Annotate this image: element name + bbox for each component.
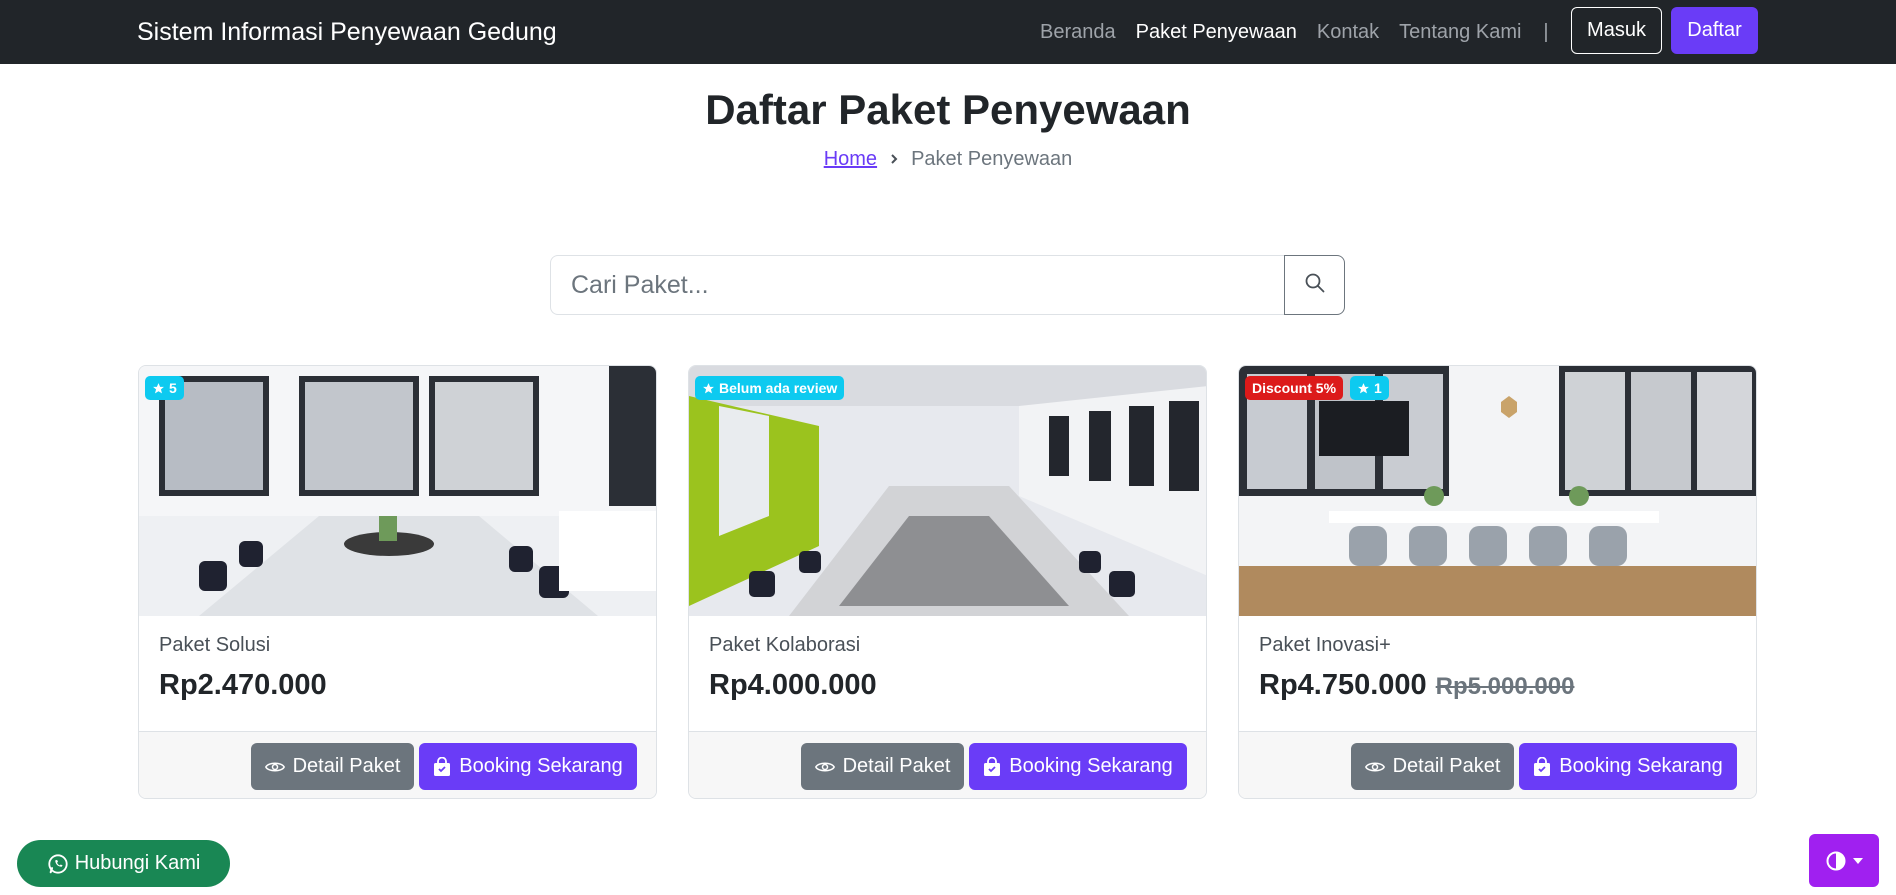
search-bar	[550, 255, 1345, 315]
badges: 5	[145, 376, 191, 400]
package-card-inovasi-plus: Discount 5% 1 Paket Inovasi+ Rp4.750.000…	[1238, 365, 1757, 799]
nav-link-beranda[interactable]: Beranda	[1040, 21, 1116, 44]
badges: Discount 5% 1	[1245, 376, 1396, 400]
rating-badge: 1	[1350, 376, 1389, 400]
package-photo[interactable]: 5	[139, 366, 656, 616]
detail-button-label: Detail Paket	[842, 755, 951, 777]
discount-text: Discount 5%	[1252, 380, 1337, 396]
eye-icon	[264, 762, 285, 771]
nav-link-tentang-kami[interactable]: Tentang Kami	[1399, 21, 1521, 44]
brand-title[interactable]: Sistem Informasi Penyewaan Gedung	[137, 0, 557, 64]
rating-badge: Belum ada review	[695, 376, 845, 400]
card-footer: Detail Paket Booking Sekarang	[689, 731, 1206, 798]
star-icon	[703, 382, 714, 393]
nav-link-paket-penyewaan[interactable]: Paket Penyewaan	[1136, 21, 1297, 44]
price-row: Rp4.750.000 Rp5.000.000	[1259, 669, 1574, 702]
nav-link-kontak[interactable]: Kontak	[1317, 21, 1379, 44]
search-input[interactable]	[550, 255, 1284, 315]
star-icon	[153, 382, 164, 393]
detail-button-label: Detail Paket	[292, 755, 401, 777]
breadcrumb-current: Paket Penyewaan	[911, 148, 1073, 170]
navbar: Sistem Informasi Penyewaan Gedung Berand…	[0, 0, 1896, 64]
rating-badge: 5	[145, 376, 184, 400]
detail-button[interactable]: Detail Paket	[1351, 743, 1514, 790]
discount-badge: Discount 5%	[1245, 376, 1344, 400]
booking-button-label: Booking Sekarang	[459, 755, 623, 777]
whatsapp-contact-button[interactable]: Hubungi Kami	[17, 840, 230, 887]
package-name: Paket Kolaborasi	[709, 634, 861, 656]
detail-button[interactable]: Detail Paket	[801, 743, 964, 790]
search-button[interactable]	[1284, 255, 1345, 315]
rating-text: 5	[169, 380, 177, 396]
package-price: Rp4.750.000	[1259, 669, 1427, 701]
caret-down-icon	[1852, 857, 1863, 864]
detail-button-label: Detail Paket	[1392, 755, 1501, 777]
package-card-kolaborasi: Belum ada review Paket Kolaborasi Rp4.00…	[688, 365, 1207, 799]
booking-button[interactable]: Booking Sekarang	[1519, 743, 1737, 790]
contrast-icon	[1826, 851, 1845, 870]
eye-icon	[1364, 762, 1385, 771]
nav-links: Beranda Paket Penyewaan Kontak Tentang K…	[1040, 0, 1549, 64]
package-price: Rp2.470.000	[159, 669, 327, 701]
package-name: Paket Solusi	[159, 634, 271, 656]
nav-separator: |	[1543, 20, 1549, 43]
shopping-bag-icon	[984, 756, 1001, 776]
package-card-solusi: 5 Paket Solusi Rp2.470.000 Detail Paket …	[138, 365, 657, 799]
register-button[interactable]: Daftar	[1671, 7, 1758, 54]
theme-toggle-button[interactable]	[1809, 834, 1879, 887]
booking-button[interactable]: Booking Sekarang	[969, 743, 1187, 790]
rating-text: 1	[1374, 380, 1382, 396]
eye-icon	[814, 762, 835, 771]
whatsapp-icon	[48, 853, 68, 874]
star-icon	[1358, 382, 1369, 393]
booking-button-label: Booking Sekarang	[1559, 755, 1723, 777]
package-price: Rp4.000.000	[709, 669, 877, 701]
shopping-bag-icon	[434, 756, 451, 776]
shopping-bag-icon	[1534, 756, 1551, 776]
package-photo[interactable]: Discount 5% 1	[1239, 366, 1756, 616]
search-icon	[1304, 272, 1326, 299]
card-footer: Detail Paket Booking Sekarang	[139, 731, 656, 798]
chevron-right-icon	[889, 148, 899, 171]
breadcrumb: Home Paket Penyewaan	[0, 148, 1896, 171]
breadcrumb-home-link[interactable]: Home	[824, 148, 877, 171]
page-title: Daftar Paket Penyewaan	[705, 86, 1191, 133]
rating-text: Belum ada review	[719, 380, 838, 396]
badges: Belum ada review	[695, 376, 851, 400]
booking-button[interactable]: Booking Sekarang	[419, 743, 637, 790]
price-row: Rp4.000.000	[709, 669, 877, 702]
package-photo[interactable]: Belum ada review	[689, 366, 1206, 616]
login-button[interactable]: Masuk	[1571, 7, 1662, 54]
card-footer: Detail Paket Booking Sekarang	[1239, 731, 1756, 798]
price-row: Rp2.470.000	[159, 669, 327, 702]
booking-button-label: Booking Sekarang	[1009, 755, 1173, 777]
package-old-price: Rp5.000.000	[1435, 673, 1575, 700]
package-name: Paket Inovasi+	[1259, 634, 1391, 656]
whatsapp-label: Hubungi Kami	[74, 852, 201, 874]
detail-button[interactable]: Detail Paket	[251, 743, 414, 790]
